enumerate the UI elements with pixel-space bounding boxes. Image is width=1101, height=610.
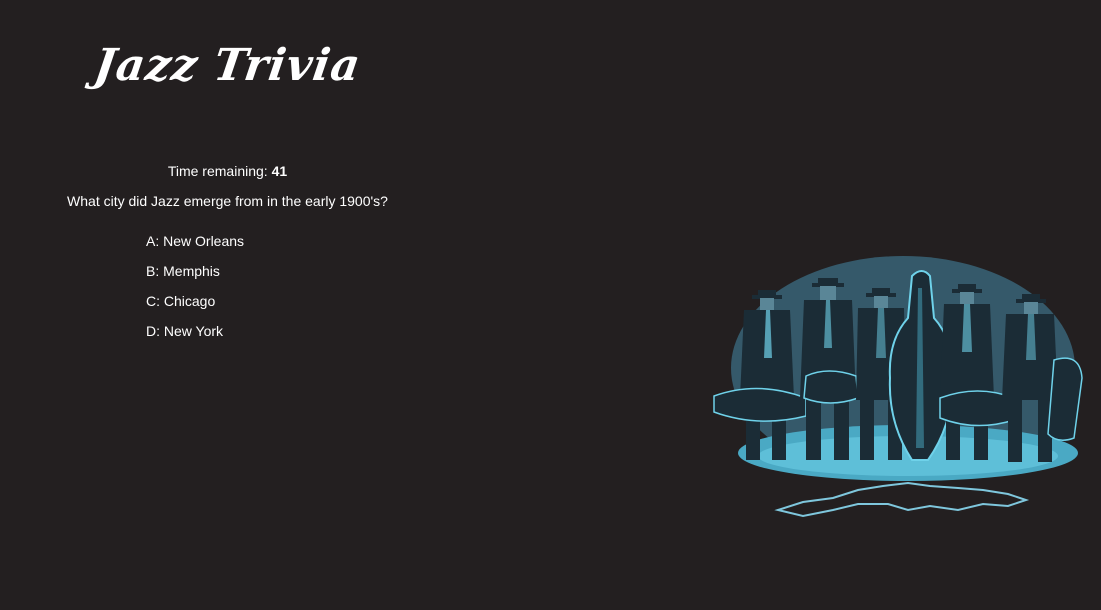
answer-letter: C: — [146, 293, 160, 309]
answer-option-c[interactable]: C: Chicago — [146, 293, 244, 323]
answer-option-d[interactable]: D: New York — [146, 323, 244, 353]
answer-list: A: New Orleans B: Memphis C: Chicago D: … — [146, 233, 244, 353]
answer-letter: B: — [146, 263, 160, 279]
timer-label: Time remaining: — [167, 163, 268, 179]
answer-text: New York — [163, 323, 224, 339]
question-text: What city did Jazz emerge from in the ea… — [67, 193, 388, 209]
jazz-musicians-illustration — [713, 256, 1083, 518]
answer-option-a[interactable]: A: New Orleans — [146, 233, 244, 263]
answer-text: Memphis — [163, 263, 220, 279]
answer-letter: D: — [146, 323, 160, 339]
chalk-outline — [774, 481, 1030, 518]
musician-figure — [1002, 294, 1083, 462]
trivia-page: Jazz Trivia Time remaining: 41 What city… — [0, 0, 1101, 610]
page-title: Jazz Trivia — [90, 40, 365, 91]
answer-text: New Orleans — [163, 233, 245, 249]
answer-letter: A: — [146, 233, 160, 249]
answer-text: Chicago — [163, 293, 216, 309]
timer: Time remaining: 41 — [0, 163, 455, 179]
timer-value: 41 — [271, 163, 288, 179]
answer-option-b[interactable]: B: Memphis — [146, 263, 244, 293]
